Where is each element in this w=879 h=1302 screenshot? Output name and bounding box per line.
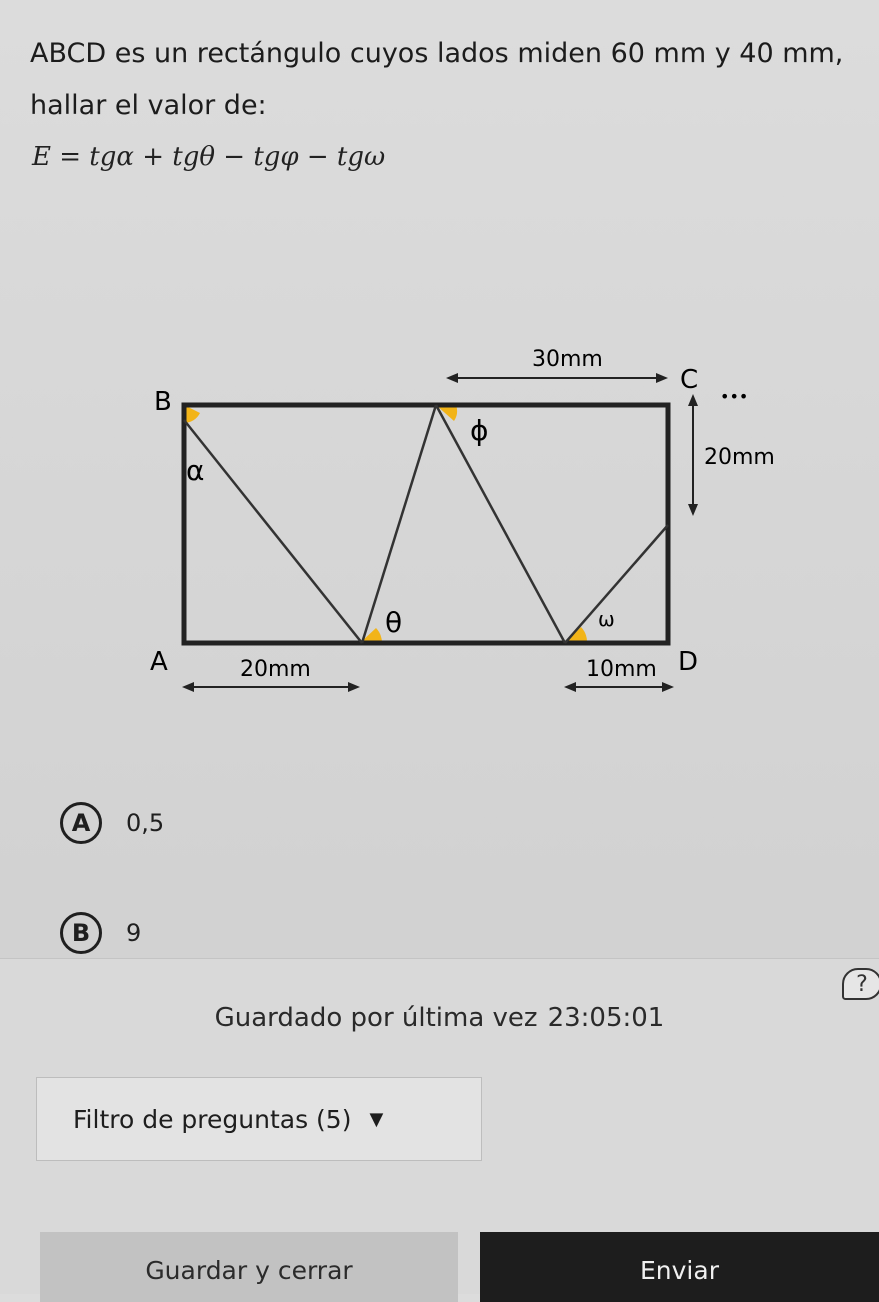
last-saved-time: 23:05:01 [547,1003,665,1033]
dim-bottom-right-arrowhead-left [564,682,576,692]
dim-bottom-left-label: 20mm [240,657,311,682]
dim-bottom-right-arrowhead-right [662,682,674,692]
dim-top-label: 30mm [532,347,603,372]
geometry-figure: B C A D ••• α θ ϕ ω 30mm 20mm 20mm 10mm [140,330,820,714]
question-text: ABCD es un rectángulo cuyos lados miden … [30,38,844,121]
rectangle-diagram: B C A D ••• α θ ϕ ω 30mm 20mm 20mm 10mm [150,347,775,692]
dim-top-arrowhead-right [656,373,668,383]
submit-button[interactable]: Enviar [480,1232,879,1302]
vertex-b-label: B [154,387,172,417]
question-filter-dropdown[interactable]: Filtro de preguntas (5) ▼ [36,1077,482,1161]
dim-right-arrowhead-bottom [688,504,698,516]
dim-right-arrowhead-top [688,394,698,406]
option-b-letter: B [60,912,102,954]
alpha-label: α [186,454,204,487]
vertex-d-label: D [678,647,698,677]
last-saved-label: Guardado por última vez [214,1003,538,1033]
phi-label: ϕ [470,414,488,447]
vertex-c-label: C [680,365,698,395]
question-formula: E = tgα + tgθ − tgφ − tgω [32,142,386,172]
option-b[interactable]: B 9 [60,912,141,954]
last-saved-status: Guardado por última vez 23:05:01 [0,1003,879,1033]
line-alpha [183,419,363,644]
chevron-down-icon: ▼ [369,1108,384,1130]
help-icon[interactable]: ? [842,968,879,1000]
dim-bottom-left-arrowhead-right [348,682,360,692]
save-and-close-button[interactable]: Guardar y cerrar [40,1232,458,1302]
vertex-a-label: A [150,647,168,677]
option-a-letter: A [60,802,102,844]
theta-label: θ [385,606,402,639]
dim-right-label: 20mm [704,445,775,470]
option-a-value: 0,5 [126,809,165,837]
option-a[interactable]: A 0,5 [60,802,164,844]
dim-top-arrowhead-left [446,373,458,383]
question-filter-label: Filtro de preguntas (5) [73,1104,352,1134]
dots-label: ••• [720,387,748,406]
omega-label: ω [598,607,615,631]
option-b-value: 9 [126,919,142,947]
dim-bottom-left-arrowhead-left [182,682,194,692]
line-phi [434,404,567,644]
line-omega [564,524,669,644]
dim-bottom-right-label: 10mm [586,657,657,682]
